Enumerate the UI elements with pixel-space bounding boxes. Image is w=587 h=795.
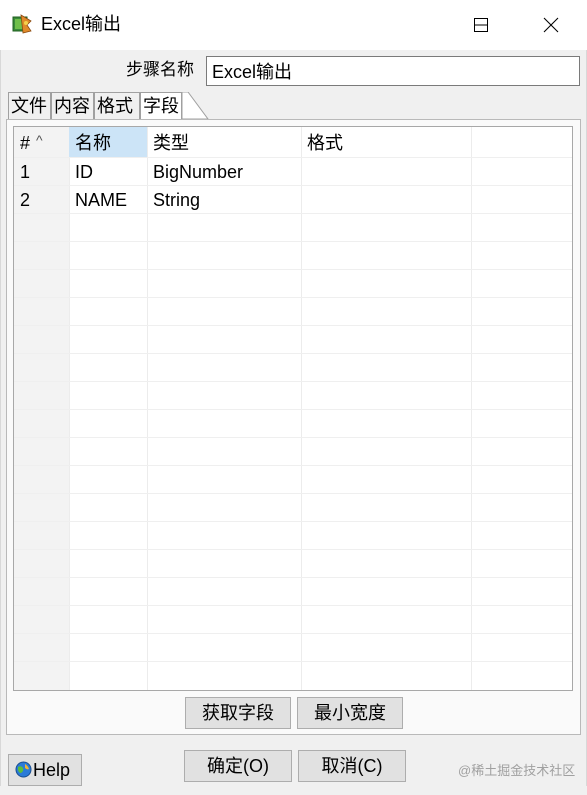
help-button-label: Help: [33, 760, 71, 780]
step-name-input[interactable]: [206, 56, 580, 86]
row-divider: [14, 577, 572, 578]
row-divider: [14, 661, 572, 662]
row-number-cell[interactable]: 1: [14, 158, 69, 186]
row-divider: [14, 605, 572, 606]
fields-table[interactable]: # ^ 名称 类型 格式 1 ID BigNumber 2 NAME String: [13, 126, 573, 691]
help-globe-icon: [15, 761, 32, 778]
row-divider: [14, 353, 572, 354]
ok-button[interactable]: 确定(O): [184, 750, 292, 782]
field-type-cell[interactable]: BigNumber: [147, 158, 301, 186]
tab-file[interactable]: 文件: [8, 92, 51, 119]
field-name-cell[interactable]: NAME: [69, 186, 147, 214]
sort-up-icon: ^: [36, 132, 43, 148]
close-button[interactable]: [516, 0, 586, 50]
tab-format[interactable]: 格式: [94, 92, 140, 119]
column-header-number[interactable]: # ^: [14, 127, 69, 157]
get-fields-button[interactable]: 获取字段: [185, 697, 291, 729]
help-button[interactable]: Help: [8, 754, 82, 786]
kettle-step-icon: [12, 14, 32, 34]
maximize-icon: [474, 18, 488, 32]
column-header-type[interactable]: 类型: [147, 127, 301, 157]
row-divider: [14, 465, 572, 466]
row-divider: [14, 381, 572, 382]
row-divider: [14, 409, 572, 410]
row-divider: [14, 269, 572, 270]
min-width-button[interactable]: 最小宽度: [297, 697, 403, 729]
row-divider: [14, 325, 572, 326]
row-divider: [14, 493, 572, 494]
row-divider: [14, 437, 572, 438]
tab-content[interactable]: 内容: [51, 92, 94, 119]
close-icon: [543, 17, 559, 33]
step-name-label: 步骤名称: [126, 60, 194, 79]
field-type-cell[interactable]: String: [147, 186, 301, 214]
column-header-format[interactable]: 格式: [301, 127, 471, 157]
column-header-number-label: #: [20, 133, 31, 153]
watermark: @稀土掘金技术社区: [458, 763, 576, 778]
cancel-button[interactable]: 取消(C): [298, 750, 406, 782]
row-divider: [14, 549, 572, 550]
window-title: Excel输出: [41, 14, 122, 34]
background-window-edge: [0, 786, 587, 795]
row-divider: [14, 521, 572, 522]
row-divider: [14, 241, 572, 242]
tab-fields[interactable]: 字段: [140, 92, 182, 119]
tab-edge-decoration: [182, 92, 209, 119]
field-name-cell[interactable]: ID: [69, 158, 147, 186]
row-divider: [14, 633, 572, 634]
title-bar: Excel输出: [0, 0, 587, 50]
maximize-button[interactable]: [446, 0, 516, 50]
row-divider: [14, 297, 572, 298]
row-number-cell[interactable]: 2: [14, 186, 69, 214]
column-header-name[interactable]: 名称: [69, 127, 147, 157]
